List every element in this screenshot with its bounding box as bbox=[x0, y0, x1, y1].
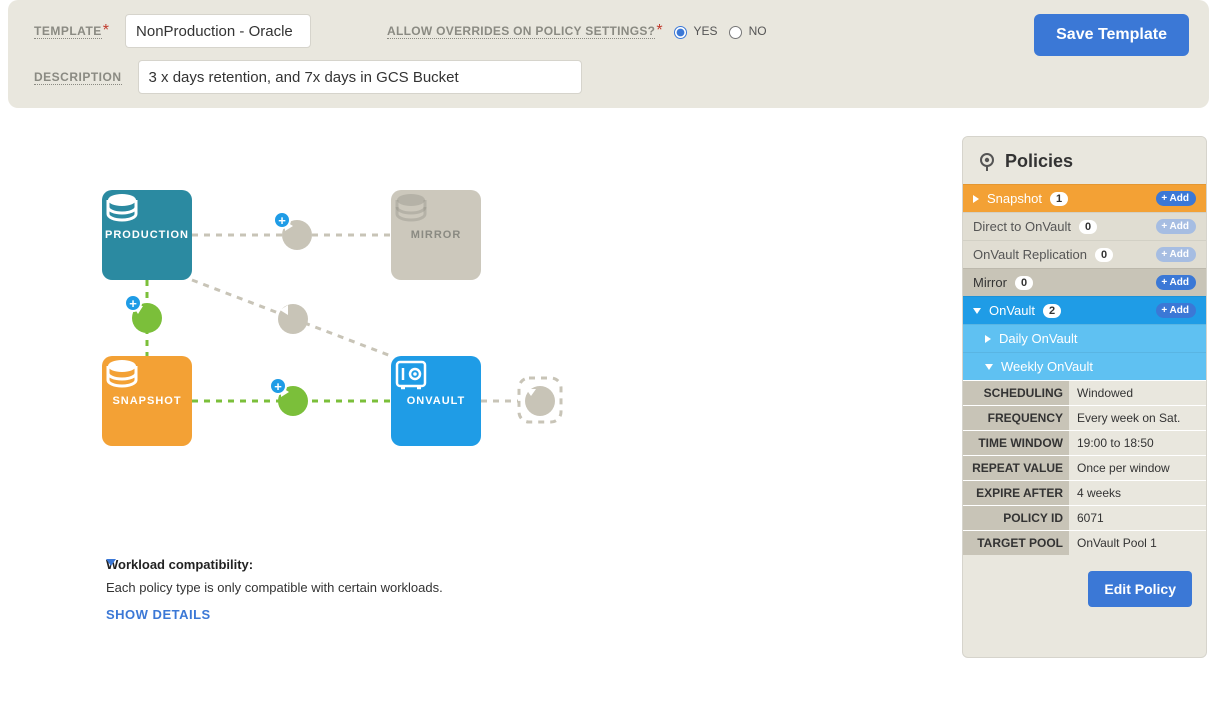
override-label: ALLOW OVERRIDES ON POLICY SETTINGS?* bbox=[387, 22, 663, 40]
workload-sub: Each policy type is only compatible with… bbox=[106, 580, 443, 595]
header-row-template: TEMPLATE* ALLOW OVERRIDES ON POLICY SETT… bbox=[34, 14, 1189, 48]
add-mirror-button[interactable]: + Add bbox=[1156, 275, 1196, 290]
add-onvault-button[interactable]: + Add bbox=[1156, 303, 1196, 318]
template-header: TEMPLATE* ALLOW OVERRIDES ON POLICY SETT… bbox=[8, 0, 1209, 108]
detail-row: TARGET POOLOnVault Pool 1 bbox=[963, 530, 1206, 555]
override-yes[interactable]: YES bbox=[669, 23, 718, 39]
policy-details: SCHEDULINGWindowed FREQUENCYEvery week o… bbox=[963, 380, 1206, 555]
vault-icon bbox=[391, 356, 431, 396]
count-badge: 0 bbox=[1095, 248, 1113, 262]
detail-row: SCHEDULINGWindowed bbox=[963, 380, 1206, 405]
chevron-down-icon bbox=[985, 364, 993, 370]
connector-play-diag[interactable] bbox=[278, 304, 308, 334]
override-no[interactable]: NO bbox=[724, 23, 767, 39]
node-mirror[interactable]: MIRROR bbox=[391, 190, 481, 280]
play-left-icon bbox=[278, 304, 290, 316]
chevron-right-icon bbox=[973, 195, 979, 203]
add-direct-button[interactable]: + Add bbox=[1156, 219, 1196, 234]
detail-row: TIME WINDOW19:00 to 18:50 bbox=[963, 430, 1206, 455]
policy-group-direct-onvault[interactable]: Direct to OnVault 0 + Add bbox=[963, 212, 1206, 240]
edit-policy-button[interactable]: Edit Policy bbox=[1088, 571, 1192, 607]
node-snapshot[interactable]: SNAPSHOT bbox=[102, 356, 192, 446]
count-badge: 0 bbox=[1079, 220, 1097, 234]
save-template-button[interactable]: Save Template bbox=[1034, 14, 1189, 56]
database-icon bbox=[391, 190, 431, 230]
policy-group-snapshot[interactable]: Snapshot 1 + Add bbox=[963, 184, 1206, 212]
policy-group-mirror[interactable]: Mirror 0 + Add bbox=[963, 268, 1206, 296]
count-badge: 2 bbox=[1043, 304, 1061, 318]
add-policy-badge[interactable]: + bbox=[269, 377, 287, 395]
main-area: PRODUCTION MIRROR SNAPSHOT bbox=[0, 118, 1217, 658]
workload-title: Workload compatibility: bbox=[106, 557, 443, 572]
edit-policy-wrap: Edit Policy bbox=[963, 555, 1206, 627]
node-production[interactable]: PRODUCTION bbox=[102, 190, 192, 280]
connector-dropdown[interactable] bbox=[525, 386, 555, 416]
count-badge: 0 bbox=[1015, 276, 1033, 290]
add-repl-button[interactable]: + Add bbox=[1156, 247, 1196, 262]
policies-panel: Policies Snapshot 1 + Add Direct to OnVa… bbox=[962, 136, 1207, 658]
policy-group-onvault[interactable]: OnVault 2 + Add bbox=[963, 296, 1206, 324]
policy-weekly-onvault[interactable]: Weekly OnVault bbox=[963, 352, 1206, 380]
add-policy-badge[interactable]: + bbox=[273, 211, 291, 229]
add-snapshot-button[interactable]: + Add bbox=[1156, 191, 1196, 206]
database-icon bbox=[102, 356, 142, 396]
template-name-input[interactable] bbox=[125, 14, 311, 48]
chevron-right-icon bbox=[985, 335, 991, 343]
header-row-description: DESCRIPTION bbox=[34, 60, 1189, 94]
topology-canvas: PRODUCTION MIRROR SNAPSHOT bbox=[0, 118, 962, 658]
description-field-label: DESCRIPTION bbox=[34, 70, 122, 85]
detail-row: EXPIRE AFTER4 weeks bbox=[963, 480, 1206, 505]
override-block: ALLOW OVERRIDES ON POLICY SETTINGS?* YES… bbox=[387, 22, 767, 40]
chevron-down-icon bbox=[106, 557, 116, 567]
detail-row: FREQUENCYEvery week on Sat. bbox=[963, 405, 1206, 430]
template-field-label: TEMPLATE* bbox=[34, 22, 109, 40]
pin-icon bbox=[977, 152, 997, 172]
node-onvault[interactable]: ONVAULT bbox=[391, 356, 481, 446]
workload-compat: Workload compatibility: Each policy type… bbox=[106, 557, 443, 622]
policies-header: Policies bbox=[963, 137, 1206, 184]
description-input[interactable] bbox=[138, 60, 582, 94]
chevron-down-icon bbox=[525, 386, 537, 398]
show-details-link[interactable]: SHOW DETAILS bbox=[106, 607, 443, 622]
count-badge: 1 bbox=[1050, 192, 1068, 206]
detail-row: POLICY ID6071 bbox=[963, 505, 1206, 530]
add-policy-badge[interactable]: + bbox=[124, 294, 142, 312]
chevron-down-icon bbox=[973, 308, 981, 314]
detail-row: REPEAT VALUEOnce per window bbox=[963, 455, 1206, 480]
policy-daily-onvault[interactable]: Daily OnVault bbox=[963, 324, 1206, 352]
policy-group-onvault-replication[interactable]: OnVault Replication 0 + Add bbox=[963, 240, 1206, 268]
database-icon bbox=[102, 190, 142, 230]
